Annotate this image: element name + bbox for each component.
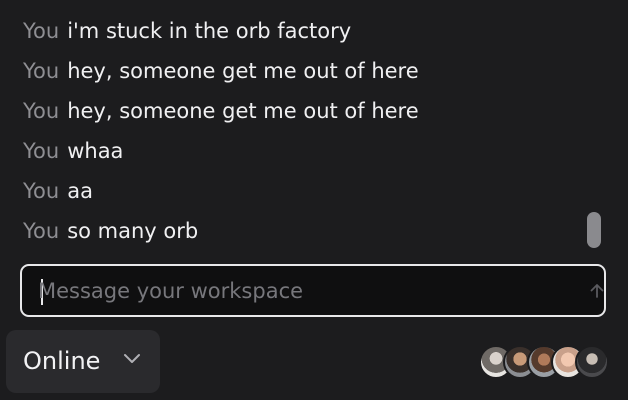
message-sender: You xyxy=(23,99,60,123)
chevron-down-icon xyxy=(124,354,140,363)
arrow-up-icon xyxy=(590,284,604,298)
message-text: i'm stuck in the orb factory xyxy=(67,19,352,43)
message-text: aa xyxy=(67,179,93,203)
message-composer[interactable] xyxy=(20,264,606,317)
message-input[interactable] xyxy=(38,266,558,315)
message-row: You aa xyxy=(23,176,93,206)
message-text: whaa xyxy=(67,139,124,163)
status-label: Online xyxy=(23,347,101,375)
message-text: hey, someone get me out of here xyxy=(67,59,419,83)
message-row: You so many orb xyxy=(23,216,198,246)
message-row: You hey, someone get me out of here xyxy=(23,96,419,126)
message-row: You i'm stuck in the orb factory xyxy=(23,16,351,46)
message-sender: You xyxy=(23,179,60,203)
online-members-avatars[interactable] xyxy=(479,345,611,379)
message-scrollbar[interactable] xyxy=(587,212,601,248)
message-row: You hey, someone get me out of here xyxy=(23,56,419,86)
message-sender: You xyxy=(23,19,60,43)
message-sender: You xyxy=(23,59,60,83)
message-row: You whaa xyxy=(23,136,123,166)
send-button[interactable] xyxy=(586,280,608,302)
message-list: You i'm stuck in the orb factory You hey, … xyxy=(0,0,628,256)
presence-status-dropdown[interactable]: Online xyxy=(6,330,160,393)
message-sender: You xyxy=(23,219,60,243)
avatar[interactable] xyxy=(575,345,609,379)
message-sender: You xyxy=(23,139,60,163)
message-text: so many orb xyxy=(67,219,199,243)
message-text: hey, someone get me out of here xyxy=(67,99,419,123)
